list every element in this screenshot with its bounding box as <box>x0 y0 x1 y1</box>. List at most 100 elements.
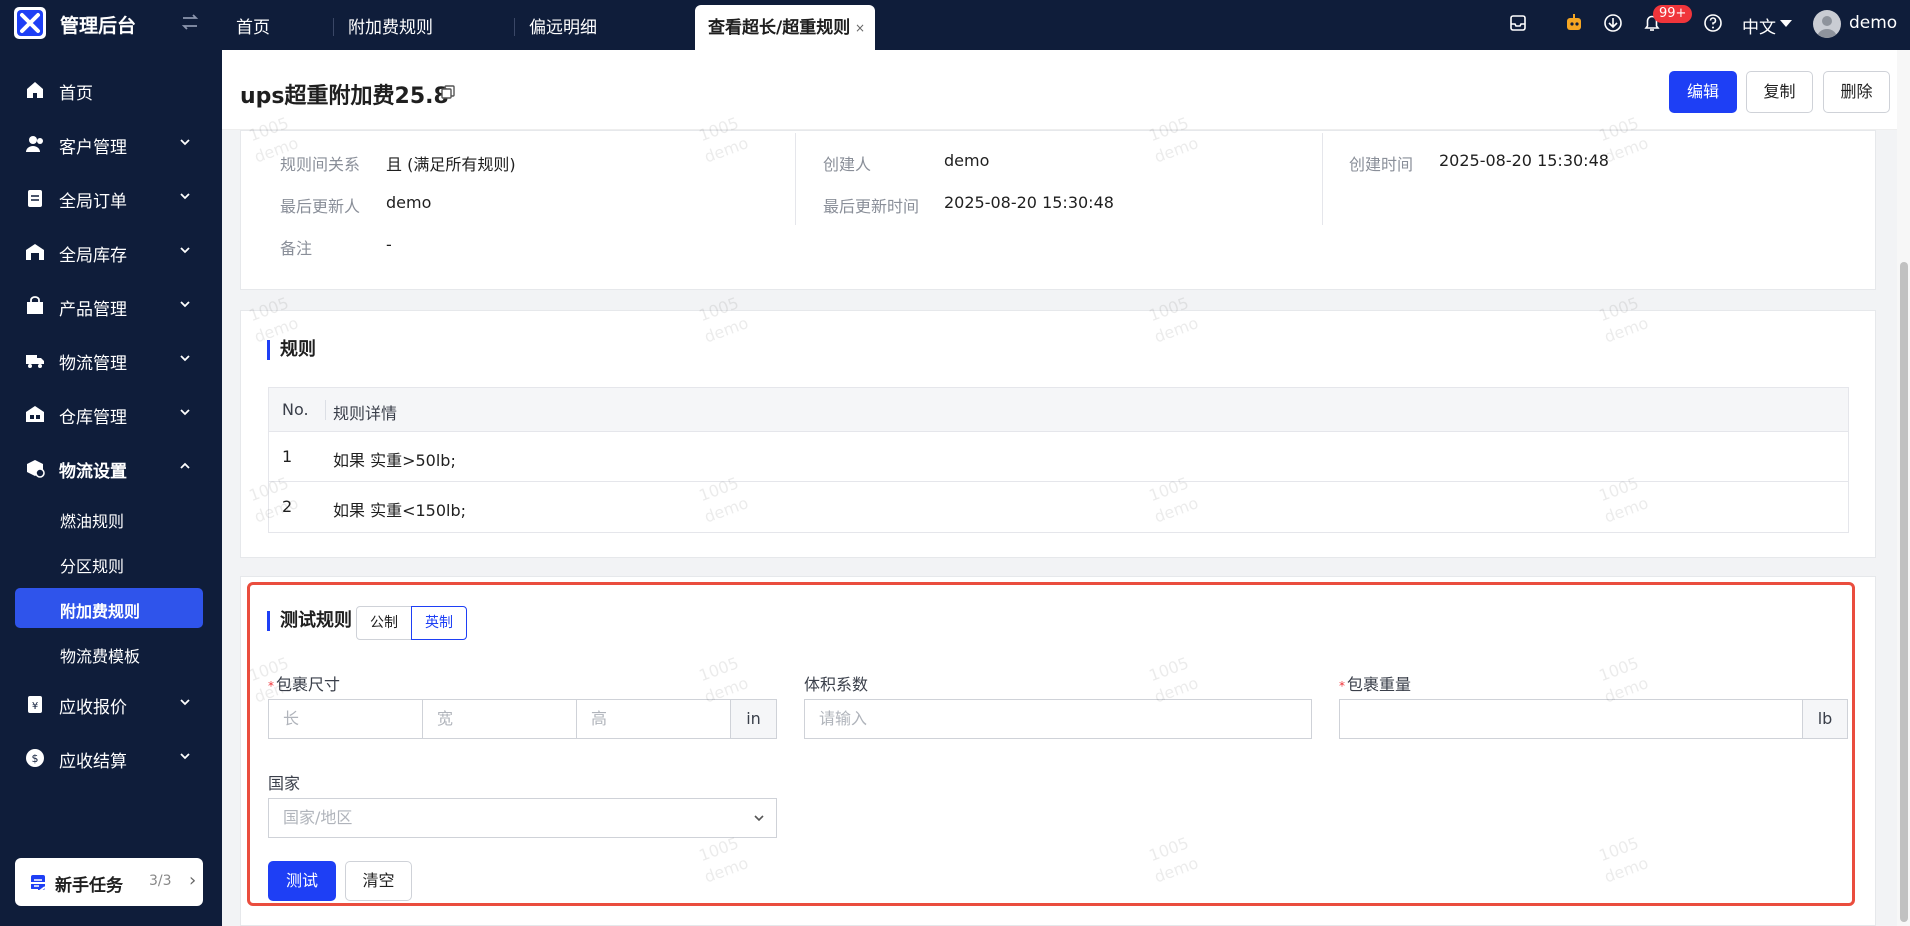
sidebar-subitem-fuel-rules[interactable]: 燃油规则 <box>15 498 203 538</box>
unit-imperial-toggle[interactable]: 英制 <box>411 606 467 640</box>
updated-time-value: 2025-08-20 15:30:48 <box>944 193 1114 212</box>
truck-icon <box>26 355 44 368</box>
tab-view-oversize-rules[interactable]: 查看超长/超重规则 × <box>695 5 875 50</box>
created-time-label: 创建时间 <box>1349 155 1414 174</box>
unit-metric-toggle[interactable]: 公制 <box>356 606 412 640</box>
tab-divider <box>514 18 515 36</box>
copy-button[interactable]: 复制 <box>1746 71 1813 113</box>
test-button[interactable]: 测试 <box>268 861 336 901</box>
top-bar: 管理后台 首页 附加费规则 偏远明细 查看超长/超重规则 × 99+ 中文 de… <box>0 0 1910 50</box>
updater-value: demo <box>386 193 432 212</box>
chevron-right-icon: › <box>189 870 197 891</box>
length-input[interactable]: 长 <box>268 699 423 739</box>
test-section-title: 测试规则 <box>267 611 352 631</box>
sidebar-item-logistics[interactable]: 物流管理 <box>0 337 222 381</box>
chevron-down-icon <box>180 699 190 706</box>
avatar[interactable] <box>1813 10 1841 38</box>
page-title: ups超重附加费25.8 <box>240 84 449 109</box>
sidebar-subitem-logistics-fee-template[interactable]: 物流费模板 <box>15 633 203 673</box>
volume-factor-label: 体积系数 <box>804 675 869 694</box>
user-name[interactable]: demo <box>1849 13 1897 33</box>
creator-value: demo <box>944 151 990 170</box>
sidebar-item-products[interactable]: 产品管理 <box>0 283 222 327</box>
relation-value: 且 (满足所有规则) <box>386 155 516 174</box>
customer-icon <box>26 136 43 152</box>
table-header: No. 规则详情 <box>269 388 1848 432</box>
highlight-frame <box>247 582 1855 906</box>
package-weight-input[interactable] <box>1339 699 1803 739</box>
remark-value: - <box>386 235 392 254</box>
caret-down-icon[interactable] <box>1780 20 1792 27</box>
country-label: 国家 <box>268 774 301 793</box>
clear-button[interactable]: 清空 <box>345 861 412 901</box>
sidebar-toggle-icon[interactable] <box>180 12 200 32</box>
robot-assistant-icon[interactable] <box>1563 12 1585 34</box>
home-icon <box>27 82 43 98</box>
sidebar: 首页 客户管理 全局订单 全局库存 产品管理 物流管理 仓库管理 物流设置 燃油… <box>0 50 222 926</box>
rules-section-title: 规则 <box>267 340 316 360</box>
page-header: ups超重附加费25.8 编辑 复制 删除 <box>222 50 1910 130</box>
tab-home[interactable]: 首页 <box>236 0 270 50</box>
chevron-down-icon <box>180 301 190 308</box>
height-input[interactable]: 高 <box>576 699 731 739</box>
updater-label: 最后更新人 <box>280 197 361 216</box>
help-icon[interactable] <box>1702 12 1724 34</box>
chevron-down-icon <box>180 409 190 416</box>
tab-close-icon[interactable]: × <box>855 5 865 51</box>
package-weight-label: * 包裹重量 <box>1339 675 1412 694</box>
copy-icon[interactable] <box>440 84 456 100</box>
size-unit-addon: in <box>730 699 777 739</box>
notification-badge: 99+ <box>1653 5 1693 23</box>
tab-surcharge-rules[interactable]: 附加费规则 <box>348 0 433 50</box>
tab-divider <box>333 18 334 36</box>
relation-label: 规则间关系 <box>280 155 361 174</box>
weight-unit-addon: lb <box>1802 699 1848 739</box>
mailbox-icon[interactable] <box>1507 12 1529 34</box>
delete-button[interactable]: 删除 <box>1823 71 1890 113</box>
chevron-down-icon <box>180 753 190 760</box>
column-divider <box>795 133 796 225</box>
sidebar-item-receivable-settlement[interactable]: $ 应收结算 <box>0 735 222 779</box>
sidebar-subitem-zone-rules[interactable]: 分区规则 <box>15 543 203 583</box>
user-avatar-icon <box>1817 16 1837 38</box>
remark-label: 备注 <box>280 239 313 258</box>
info-card: 规则间关系 且 (满足所有规则) 最后更新人 demo 备注 - 创建人 dem… <box>240 130 1876 290</box>
edit-button[interactable]: 编辑 <box>1669 71 1737 113</box>
download-icon[interactable] <box>1602 12 1624 34</box>
chevron-down-icon[interactable] <box>752 811 766 825</box>
created-time-value: 2025-08-20 15:30:48 <box>1439 151 1609 170</box>
chevron-up-icon <box>180 462 190 469</box>
creator-label: 创建人 <box>823 155 872 174</box>
sidebar-item-logistics-settings[interactable]: 物流设置 <box>0 445 222 489</box>
warehouse-icon <box>26 406 44 422</box>
tab-remote-details[interactable]: 偏远明细 <box>529 0 597 50</box>
app-logo[interactable] <box>14 7 46 39</box>
sidebar-item-receivable-quote[interactable]: ¥ 应收报价 <box>0 681 222 725</box>
column-divider <box>1322 133 1323 225</box>
country-select[interactable]: 国家/地区 <box>268 798 777 838</box>
table-row: 1 如果 实重>50lb; <box>269 432 1848 482</box>
sidebar-item-warehouse[interactable]: 仓库管理 <box>0 391 222 435</box>
collapse-menu-icon[interactable] <box>24 878 48 902</box>
volume-factor-input[interactable]: 请输入 <box>804 699 1312 739</box>
scrollbar-thumb[interactable] <box>1900 262 1908 922</box>
app-title: 管理后台 <box>60 15 137 37</box>
chevron-down-icon <box>180 355 190 362</box>
logistics-settings-icon <box>27 460 45 478</box>
sidebar-item-home[interactable]: 首页 <box>0 67 222 111</box>
sidebar-item-orders[interactable]: 全局订单 <box>0 175 222 219</box>
inventory-icon <box>26 244 44 260</box>
chevron-down-icon <box>180 139 190 146</box>
language-selector[interactable]: 中文 <box>1742 13 1776 38</box>
sidebar-subitem-surcharge-rules[interactable]: 附加费规则 <box>15 588 203 628</box>
table-row: 2 如果 实重<150lb; <box>282 497 467 520</box>
width-input[interactable]: 宽 <box>422 699 577 739</box>
quote-icon: ¥ <box>28 696 42 713</box>
settlement-icon: $ <box>26 749 44 767</box>
sidebar-item-customers[interactable]: 客户管理 <box>0 121 222 165</box>
sidebar-item-inventory[interactable]: 全局库存 <box>0 229 222 273</box>
order-icon <box>28 190 42 207</box>
logo-icon <box>17 10 43 36</box>
rules-table: No. 规则详情 1 如果 实重>50lb; 2 如果 实重<150lb; <box>268 387 1849 533</box>
updated-time-label: 最后更新时间 <box>823 197 920 216</box>
